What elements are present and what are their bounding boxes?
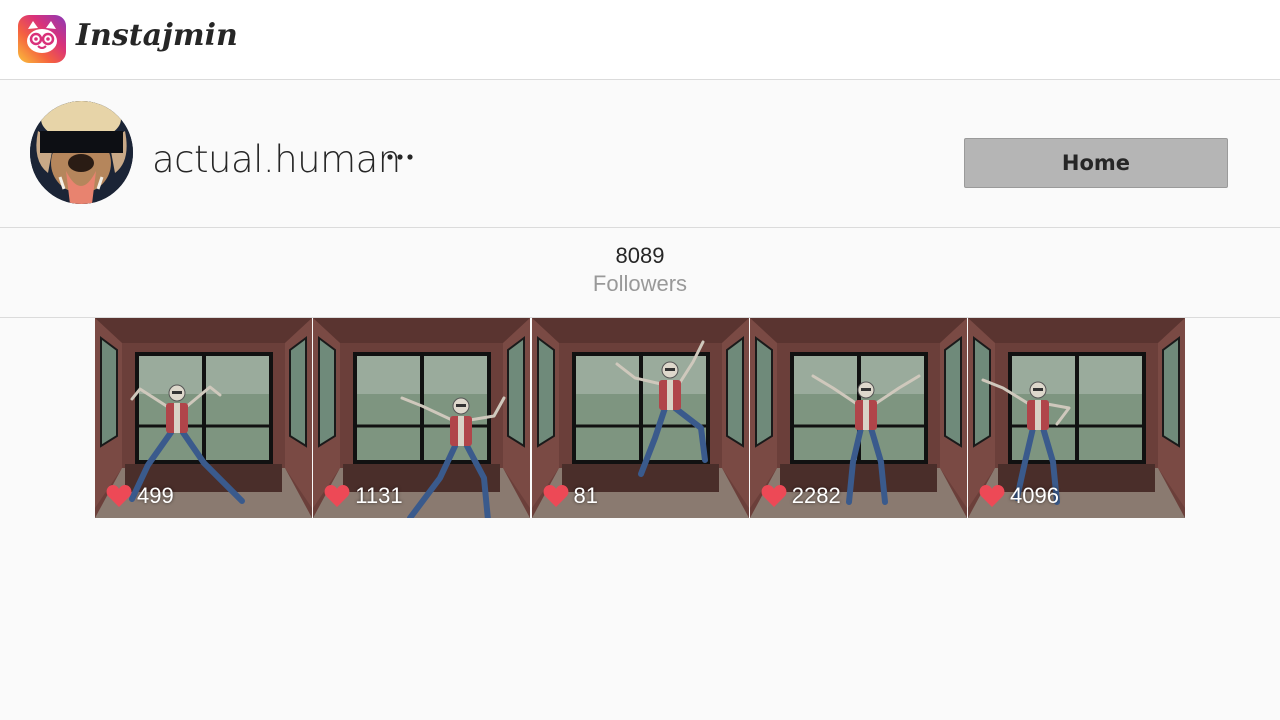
heart-icon (979, 485, 1005, 507)
stats-bar: 8089 Followers (0, 229, 1280, 318)
ellipsis-icon[interactable] (382, 142, 418, 172)
post-tile[interactable]: 4096 (968, 318, 1185, 518)
username: actual.human (152, 138, 401, 181)
post-likes: 2282 (760, 483, 841, 509)
post-tile[interactable]: 1131 (313, 318, 531, 518)
heart-icon (106, 485, 132, 507)
cat-face-logo-icon[interactable] (18, 15, 66, 63)
top-bar: Instajmin (0, 0, 1280, 80)
like-count: 2282 (791, 483, 841, 508)
post-likes: 81 (542, 483, 598, 509)
avatar[interactable] (30, 101, 133, 204)
post-likes: 1131 (323, 483, 403, 509)
home-button[interactable]: Home (964, 138, 1228, 188)
app-name: Instajmin (76, 18, 238, 53)
post-tile[interactable]: 2282 (749, 318, 967, 518)
post-tile[interactable]: 81 (531, 318, 749, 518)
heart-icon (324, 485, 350, 507)
post-grid: 499 1131 81 2282 4096 (95, 318, 1185, 518)
followers-count: 8089 (615, 243, 665, 268)
post-likes: 4096 (978, 483, 1059, 509)
like-count: 499 (137, 483, 174, 508)
post-tile[interactable]: 499 (95, 318, 312, 518)
heart-icon (543, 485, 568, 507)
heart-icon (761, 485, 787, 507)
post-likes: 499 (105, 483, 174, 509)
like-count: 4096 (1010, 483, 1059, 508)
like-count: 81 (573, 483, 598, 508)
followers-label: Followers (592, 271, 688, 296)
profile-header: actual.human Home (0, 80, 1280, 228)
like-count: 1131 (355, 483, 403, 508)
